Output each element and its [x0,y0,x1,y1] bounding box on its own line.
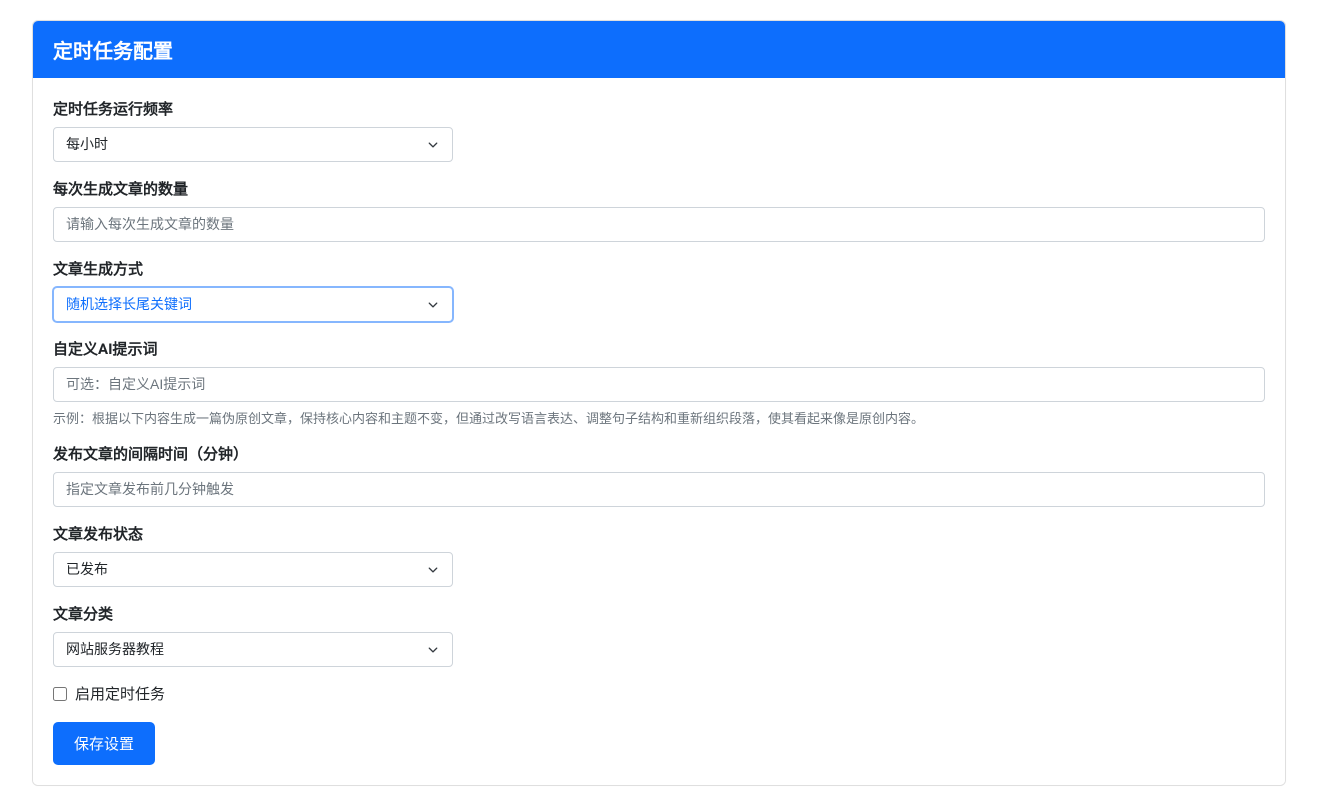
method-label: 文章生成方式 [53,258,1265,279]
enable-check: 启用定时任务 [53,683,1265,704]
status-select[interactable]: 已发布 [53,552,453,587]
ai-prompt-group: 自定义AI提示词 示例：根据以下内容生成一篇伪原创文章，保持核心内容和主题不变，… [53,338,1265,427]
category-select[interactable]: 网站服务器教程 [53,632,453,667]
config-card: 定时任务配置 定时任务运行频率 每小时 每次生成文章的数量 文章生成方式 随机选… [32,20,1286,786]
ai-prompt-label: 自定义AI提示词 [53,338,1265,359]
frequency-group: 定时任务运行频率 每小时 [53,98,1265,162]
count-group: 每次生成文章的数量 [53,178,1265,242]
enable-checkbox[interactable] [53,687,67,701]
frequency-label: 定时任务运行频率 [53,98,1265,119]
category-group: 文章分类 网站服务器教程 [53,603,1265,667]
save-button[interactable]: 保存设置 [53,722,155,765]
status-label: 文章发布状态 [53,523,1265,544]
method-select[interactable]: 随机选择长尾关键词 [53,287,453,322]
category-label: 文章分类 [53,603,1265,624]
card-body: 定时任务运行频率 每小时 每次生成文章的数量 文章生成方式 随机选择长尾关键词 … [33,78,1285,785]
card-title: 定时任务配置 [53,39,173,63]
ai-prompt-input[interactable] [53,367,1265,402]
count-label: 每次生成文章的数量 [53,178,1265,199]
interval-input[interactable] [53,472,1265,507]
ai-prompt-hint: 示例：根据以下内容生成一篇伪原创文章，保持核心内容和主题不变，但通过改写语言表达… [53,408,1265,427]
frequency-select[interactable]: 每小时 [53,127,453,162]
interval-label: 发布文章的间隔时间（分钟） [53,443,1265,464]
card-header: 定时任务配置 [33,21,1285,78]
method-group: 文章生成方式 随机选择长尾关键词 [53,258,1265,322]
count-input[interactable] [53,207,1265,242]
enable-label[interactable]: 启用定时任务 [75,683,165,704]
status-group: 文章发布状态 已发布 [53,523,1265,587]
interval-group: 发布文章的间隔时间（分钟） [53,443,1265,507]
